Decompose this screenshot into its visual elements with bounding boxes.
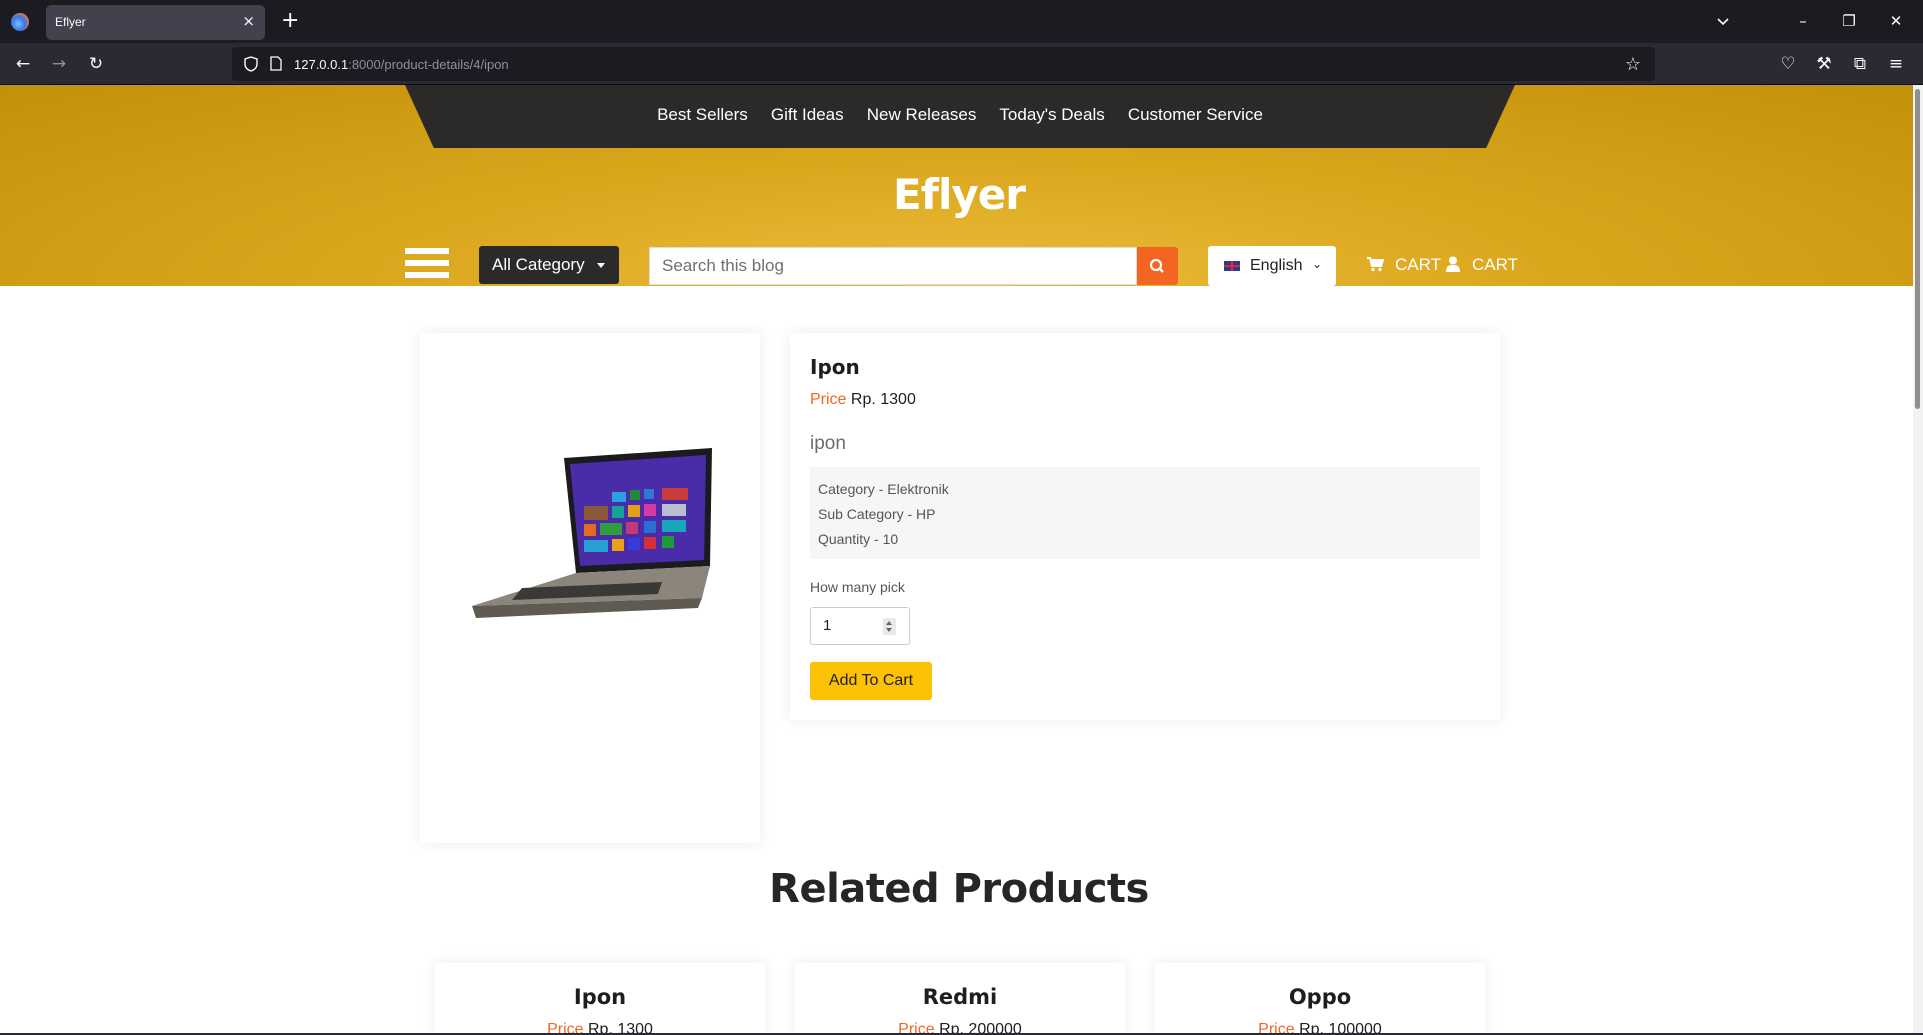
menu-icon[interactable]: ≡ <box>1884 53 1908 75</box>
minimize-icon[interactable]: – <box>1792 10 1814 32</box>
tab-list-chevron-icon[interactable] <box>1713 11 1733 31</box>
search-button[interactable] <box>1137 247 1178 285</box>
account-cart-link[interactable]: CART <box>1472 255 1518 275</box>
related-product-name: Oppo <box>1288 985 1352 1009</box>
product-category: Category - Elektronik <box>818 481 949 497</box>
nav-link-new-releases[interactable]: New Releases <box>867 105 977 125</box>
browser-nav-bar: ← → ↻ 127.0.0.1:8000/product-details/4/i… <box>0 43 1923 85</box>
nav-link-customer-service[interactable]: Customer Service <box>1128 105 1263 125</box>
search-icon <box>1149 258 1164 273</box>
product-image-card <box>420 333 760 843</box>
language-selector[interactable]: English ⌄ <box>1208 246 1336 286</box>
language-label: English <box>1250 257 1303 274</box>
nav-link-gift-ideas[interactable]: Gift Ideas <box>771 105 844 125</box>
tab-close-icon[interactable]: × <box>242 12 255 30</box>
product-price: Price Rp. 1300 <box>810 391 916 409</box>
spinner-arrows-icon[interactable] <box>883 618 896 635</box>
price-label: Price <box>810 391 847 408</box>
laptop-product-image <box>472 448 712 618</box>
add-to-cart-button[interactable]: Add To Cart <box>810 662 932 700</box>
shield-icon[interactable] <box>244 56 258 72</box>
bookmark-star-icon[interactable]: ☆ <box>1625 54 1641 75</box>
quantity-stepper[interactable]: 1 <box>810 607 910 645</box>
shopping-cart-icon[interactable] <box>1366 256 1384 272</box>
tab-title: Eflyer <box>55 15 86 29</box>
forward-arrow-icon[interactable]: → <box>47 53 71 75</box>
url-text: 127.0.0.1:8000/product-details/4/ipon <box>294 57 509 72</box>
browser-tab-bar: Eflyer × + – ❐ ✕ <box>0 0 1923 43</box>
nav-link-best-sellers[interactable]: Best Sellers <box>657 105 748 125</box>
top-navigation: Best Sellers Gift Ideas New Releases Tod… <box>405 85 1515 148</box>
product-sub-category: Sub Category - HP <box>818 506 936 522</box>
url-bar[interactable]: 127.0.0.1:8000/product-details/4/ipon ☆ <box>232 47 1655 81</box>
search-input[interactable] <box>649 247 1137 285</box>
product-info-card: Ipon Price Rp. 1300 ipon Category - Elek… <box>790 333 1500 720</box>
caret-down-icon <box>597 263 605 268</box>
quantity-value: 1 <box>823 617 832 634</box>
hamburger-menu-icon[interactable] <box>405 248 449 284</box>
related-product-name: Ipon <box>573 985 627 1009</box>
related-product-card[interactable]: Ipon Price Rp. 1300 <box>435 963 765 1035</box>
cart-link[interactable]: CART <box>1395 255 1441 275</box>
related-product-name: Redmi <box>922 985 998 1009</box>
firefox-logo-icon <box>11 13 29 31</box>
product-description: ipon <box>810 433 846 454</box>
all-category-label: All Category <box>492 255 585 274</box>
related-products-heading: Related Products <box>769 866 1149 912</box>
product-meta: Category - Elektronik Sub Category - HP … <box>810 467 1480 559</box>
quantity-label: How many pick <box>810 579 905 595</box>
product-quantity: Quantity - 10 <box>818 531 899 547</box>
browser-tab[interactable]: Eflyer × <box>46 5 265 40</box>
reload-icon[interactable]: ↻ <box>84 53 108 75</box>
chevron-down-icon: ⌄ <box>1311 257 1322 271</box>
user-icon[interactable] <box>1446 256 1460 272</box>
all-category-dropdown[interactable]: All Category <box>479 246 619 284</box>
related-product-card[interactable]: Oppo Price Rp. 100000 <box>1155 963 1485 1035</box>
restore-icon[interactable]: ❐ <box>1838 10 1860 32</box>
page-icon <box>270 56 282 71</box>
uk-flag-icon <box>1224 261 1240 271</box>
scrollbar-thumb[interactable] <box>1915 89 1920 409</box>
new-tab-button[interactable]: + <box>281 9 299 33</box>
price-value: Rp. 1300 <box>850 391 916 408</box>
nav-link-todays-deals[interactable]: Today's Deals <box>999 105 1104 125</box>
extensions-icon[interactable]: ⧉ <box>1848 53 1872 75</box>
close-window-icon[interactable]: ✕ <box>1885 10 1907 32</box>
page-scrollbar[interactable] <box>1913 85 1923 1035</box>
product-title: Ipon <box>810 355 860 379</box>
pocket-icon[interactable]: ♡ <box>1776 53 1800 75</box>
site-header: Best Sellers Gift Ideas New Releases Tod… <box>0 85 1918 286</box>
related-product-card[interactable]: Redmi Price Rp. 200000 <box>795 963 1125 1035</box>
wrench-icon[interactable]: ⚒ <box>1812 53 1836 75</box>
brand-logo[interactable]: Eflyer <box>0 170 1918 219</box>
back-arrow-icon[interactable]: ← <box>11 53 35 75</box>
